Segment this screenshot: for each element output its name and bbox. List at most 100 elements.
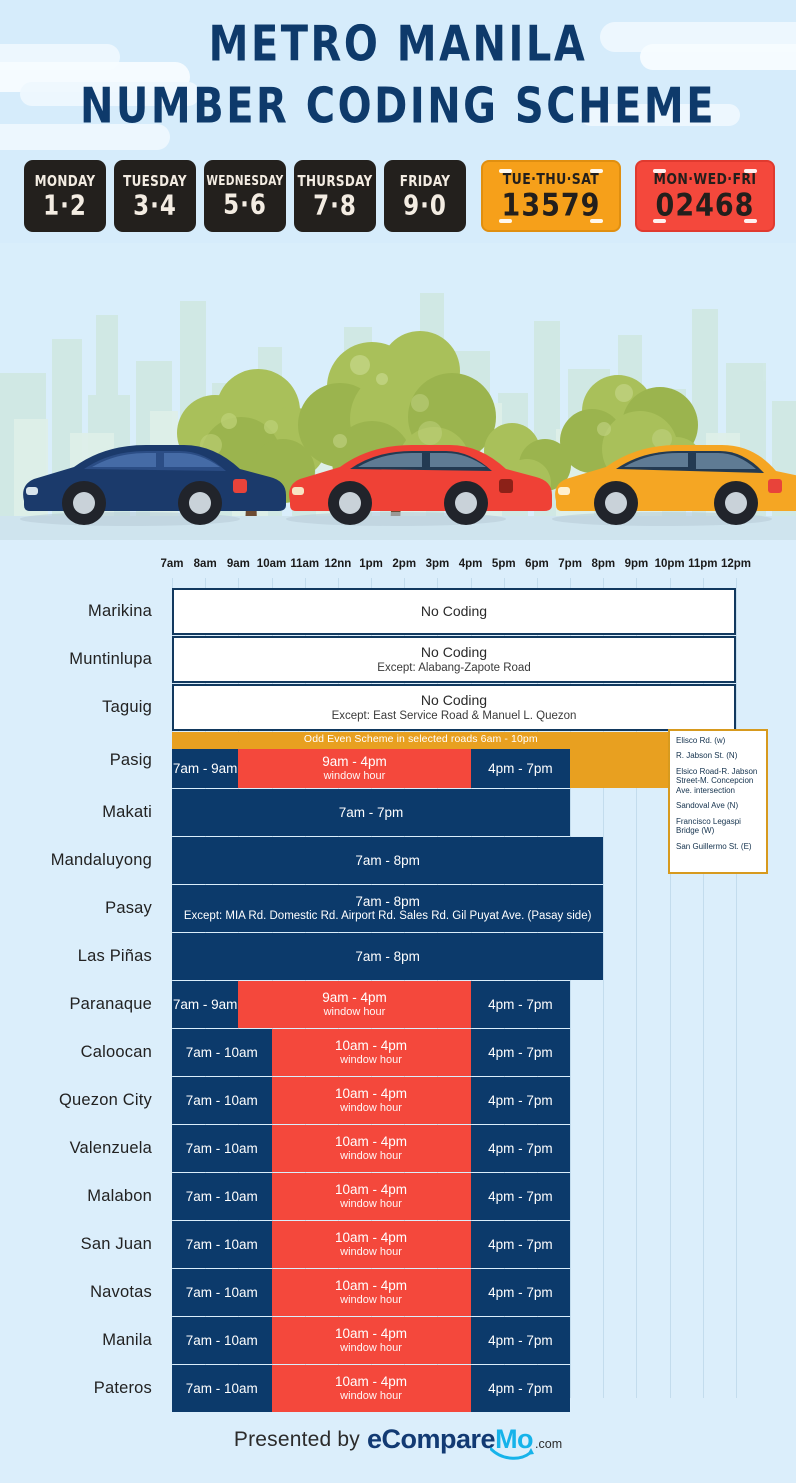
coding-bar: 7am - 9am (172, 749, 239, 788)
presented-by-label: Presented by (233, 1427, 361, 1451)
window-hour-sublabel: window hour (340, 1101, 402, 1114)
schedule-row: Paranaque 7am - 9am 9am - 4pm window hour 4p… (0, 981, 796, 1028)
title-line-1: METRO MANILA (208, 16, 588, 73)
day-badge-label: FRIDAY (399, 171, 451, 190)
window-hour-sublabel: window hour (323, 1005, 386, 1018)
window-hour-sublabel: window hour (340, 1341, 402, 1354)
window-hour-bar: 9am - 4pm window hour (238, 749, 471, 788)
coding-bar-label: 7am - 10am (185, 1236, 258, 1252)
schedule-row: Las Piñas 7am - 8pm (0, 933, 796, 980)
coding-bar-label: 7am - 8pm (355, 948, 420, 964)
coding-bar-label: 9am - 4pm (322, 990, 387, 1006)
no-coding-box: No Coding (172, 588, 736, 635)
time-axis-tick: 11am (290, 558, 320, 570)
coding-bar-label: 7am - 8pm (355, 893, 420, 909)
schedule-row: Taguig No Coding Except: East Service Road… (0, 684, 796, 731)
coding-bar: 4pm - 7pm (470, 749, 571, 788)
city-label: Pasig (109, 750, 152, 769)
city-label: Caloocan (80, 1043, 152, 1061)
ecomparemo-logo[interactable]: eCompare Mo .com (367, 1424, 563, 1460)
brand-name-part1: eCompare (367, 1424, 496, 1454)
window-hour-sublabel: window hour (340, 1389, 402, 1402)
window-hour-bar: 10am - 4pm window hour (271, 1029, 471, 1076)
page-title: METRO MANILA NUMBER CODING SCHEME (0, 16, 796, 134)
coding-bar-label: 10am - 4pm (335, 1230, 408, 1246)
day-badge-numbers: 5·6 (223, 188, 267, 221)
window-hour-bar: 10am - 4pm window hour (271, 1269, 471, 1316)
coding-bar-label: 7am - 8pm (355, 852, 420, 868)
coding-bar-label: 7am - 9am (172, 760, 238, 776)
coding-bar: 4pm - 7pm (470, 1221, 571, 1268)
coding-bar-label: 4pm - 7pm (488, 1188, 553, 1204)
time-axis-tick: 4pm (458, 558, 483, 570)
no-coding-label: No Coding (420, 643, 488, 660)
schedule-row: Quezon City 7am - 10am 10am - 4pm window ho… (0, 1077, 796, 1124)
coding-bar: 4pm - 7pm (470, 1125, 571, 1172)
time-axis-tick: 11pm (688, 558, 718, 570)
time-axis-tick: 3pm (425, 558, 450, 570)
coding-bar-label: 7am - 10am (185, 1332, 258, 1348)
coding-bar-label: 7am - 9am (172, 996, 238, 1012)
time-axis-tick: 1pm (359, 558, 383, 570)
exception-note: Except: MIA Rd. Domestic Rd. Airport Rd.… (183, 909, 592, 922)
time-axis-tick: 7pm (558, 558, 582, 570)
time-axis: 7am 8am 9am 10am 11am 12nn 1pm 2pm 3pm 4pm 5pm 6pm 7… (0, 558, 796, 574)
time-axis-tick: 12pm (720, 558, 752, 570)
time-axis-tick: 6pm (525, 558, 549, 570)
window-hour-sublabel: window hour (340, 1197, 402, 1210)
coding-bar-label: 7am - 7pm (338, 804, 404, 820)
coding-bar-label: 4pm - 7pm (488, 760, 553, 776)
city-label: Malabon (87, 1187, 152, 1205)
coding-bar-label: 7am - 10am (185, 1044, 258, 1060)
city-label: San Juan (80, 1235, 152, 1253)
window-hour-bar: 10am - 4pm window hour (271, 1077, 471, 1124)
window-hour-sublabel: window hour (340, 1245, 402, 1258)
schedule-row: Pasig Odd Even Scheme in selected roads 6… (0, 729, 796, 874)
coding-bar: 7am - 10am (172, 1029, 272, 1076)
time-axis-tick: 12nn (324, 558, 352, 570)
coding-bar-label: 4pm - 7pm (488, 1044, 553, 1060)
coding-bar: 7am - 10am (172, 1365, 272, 1412)
coding-bar: 4pm - 7pm (470, 981, 571, 1028)
schedule-row: Pasay 7am - 8pm Except: MIA Rd. Domestic R… (0, 885, 796, 932)
schedule-row-list: Marikina No Coding Muntinlupa No Coding Exce… (0, 588, 796, 1413)
day-badge-friday: FRIDAY 9·0 (384, 160, 466, 232)
plate-days-label: TUE·THU·SAT (502, 169, 600, 188)
schedule-row: Pateros 7am - 10am 10am - 4pm window hour 4p… (0, 1365, 796, 1412)
time-axis-tick: 8pm (591, 558, 616, 570)
window-hour-sublabel: window hour (340, 1053, 402, 1066)
brand-tld: .com (535, 1437, 563, 1451)
day-badge-numbers: 3·4 (133, 189, 177, 222)
schedule-row: Valenzuela 7am - 10am 10am - 4pm window hou… (0, 1125, 796, 1172)
window-hour-bar: 10am - 4pm window hour (271, 1173, 471, 1220)
exception-note: Except: East Service Road & Manuel L. Qu… (331, 709, 577, 722)
coding-bar-label: 10am - 4pm (335, 1326, 408, 1342)
coding-bar-label: 4pm - 7pm (488, 1140, 553, 1156)
plate-number-label: 13579 (501, 187, 601, 224)
coding-bar-label: 7am - 10am (185, 1188, 258, 1204)
plate-number-label: 02468 (655, 187, 755, 224)
title-line-2: NUMBER CODING SCHEME (79, 78, 717, 135)
city-label: Manila (102, 1331, 152, 1349)
affected-road-item: Elisco Rd. (w) (676, 736, 726, 745)
day-badge-numbers: 9·0 (403, 189, 447, 222)
day-badge-label: MONDAY (34, 171, 96, 190)
time-axis-tick: 9pm (624, 558, 649, 570)
coding-bar-label: 10am - 4pm (335, 1374, 408, 1390)
coding-bar: 7am - 10am (172, 1221, 272, 1268)
coding-bar: 7am - 7pm (172, 789, 571, 836)
city-label: Marikina (88, 602, 152, 620)
day-badge-wednesday: WEDNESDAY 5·6 (204, 160, 286, 232)
city-label: Mandaluyong (50, 851, 152, 869)
window-hour-bar: 10am - 4pm window hour (271, 1365, 471, 1412)
coding-bar: 7am - 10am (172, 1125, 272, 1172)
infographic-page: METRO MANILA NUMBER CODING SCHEME MONDAY… (0, 0, 796, 1483)
schedule-row: San Juan 7am - 10am 10am - 4pm window hour 4… (0, 1221, 796, 1268)
coding-bar: 7am - 10am (172, 1269, 272, 1316)
coding-bar-label: 10am - 4pm (335, 1182, 408, 1198)
day-badge-list: MONDAY 1·2 TUESDAY 3·4 WEDNESDAY 5·6 THU… (24, 160, 466, 232)
day-badge-numbers: 7·8 (313, 189, 357, 222)
license-plate-list: TUE·THU·SAT 13579 MON·WED·FRI 02468 (481, 160, 775, 232)
day-badge-numbers: 1·2 (43, 189, 87, 222)
day-badge-label: THURSDAY (297, 171, 373, 190)
